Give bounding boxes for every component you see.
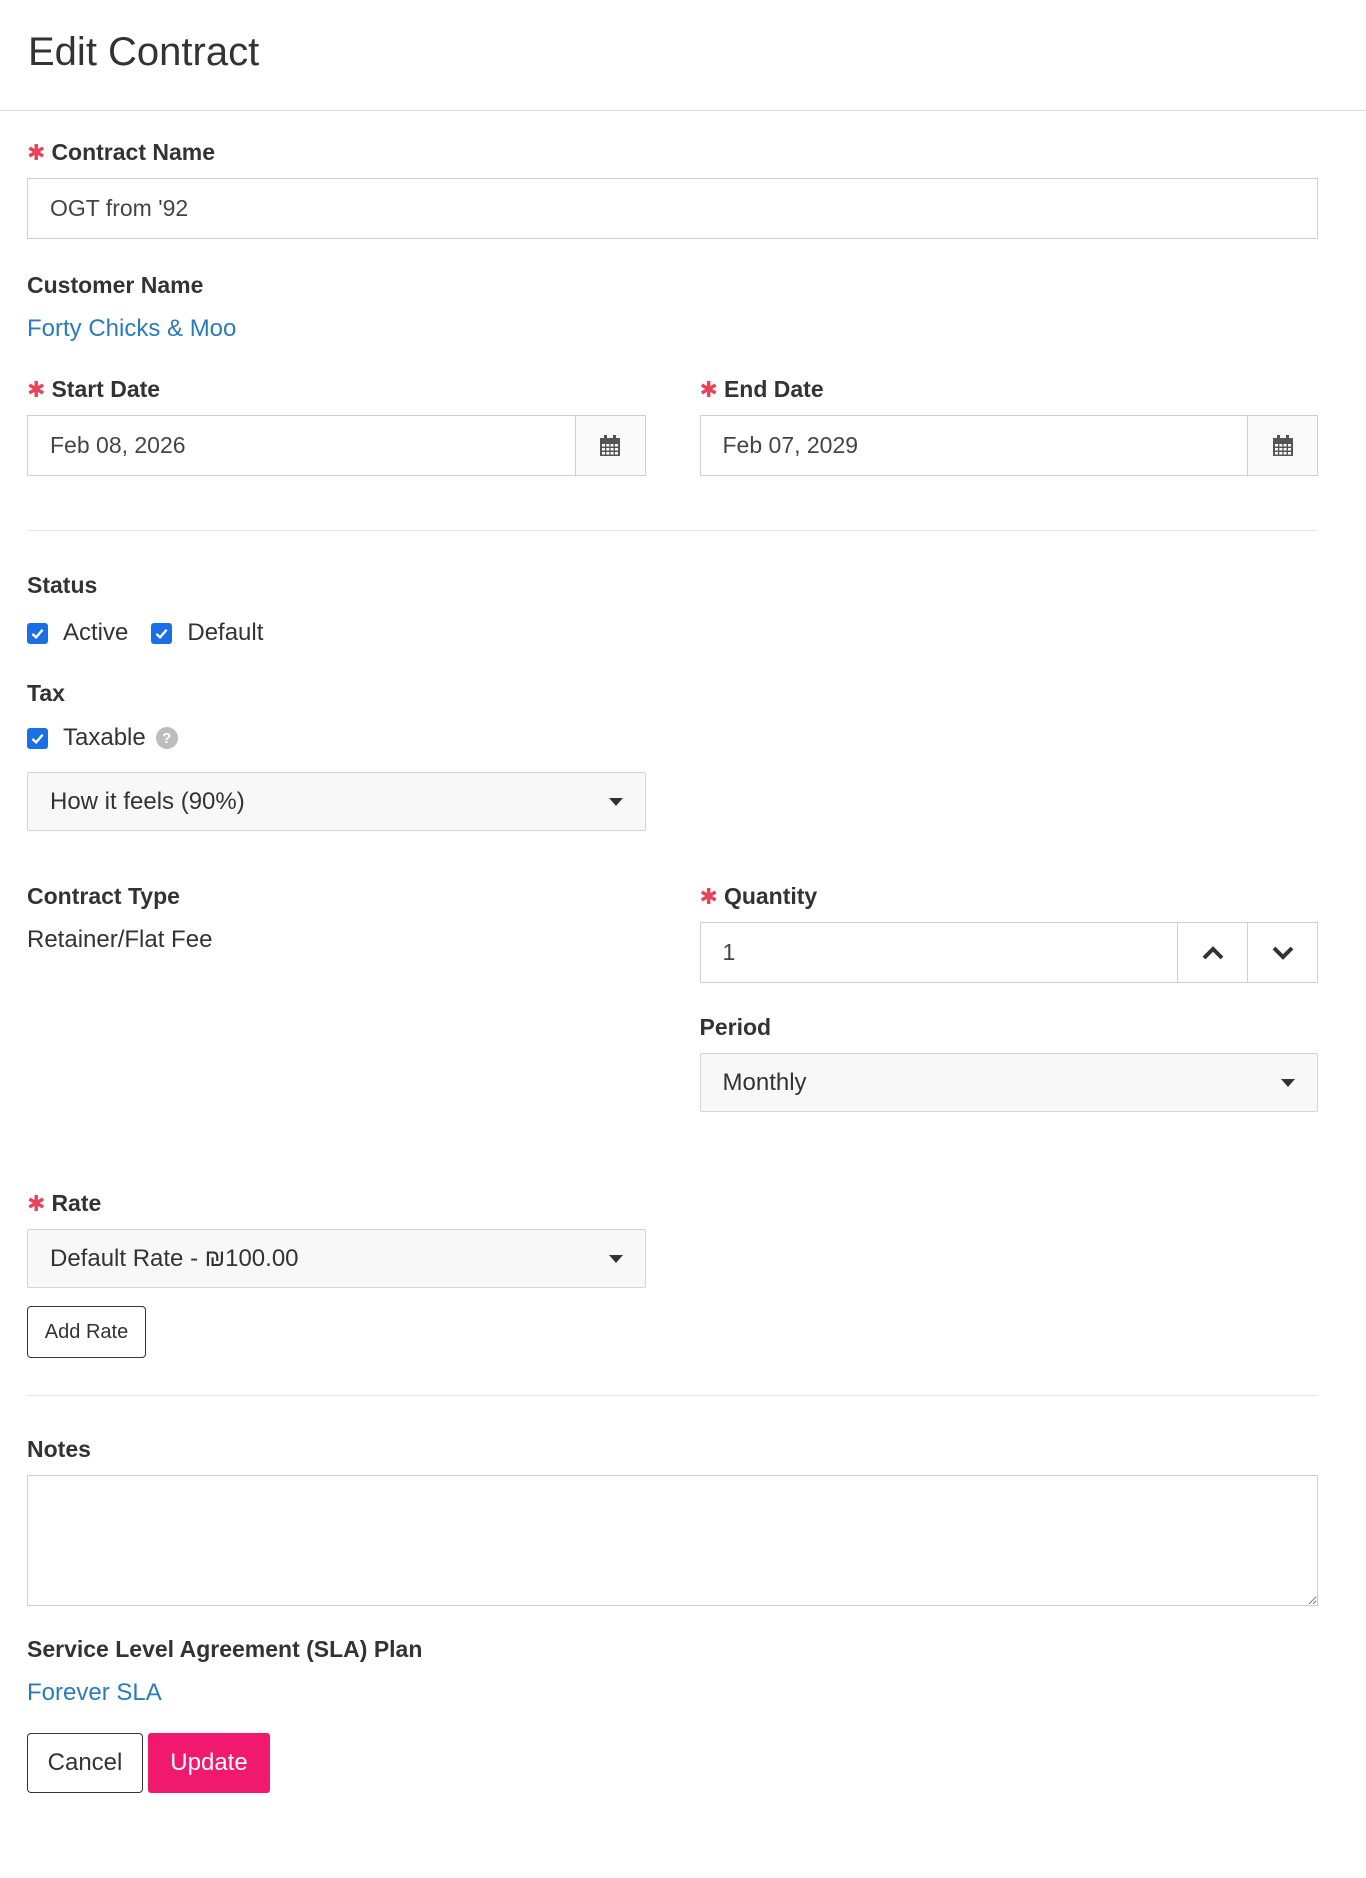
tax-rate-select[interactable]: How it feels (90%)	[27, 772, 646, 831]
start-date-label-text: Start Date	[51, 376, 161, 402]
contract-name-label: ✱ Contract Name	[27, 139, 1318, 166]
quantity-stepper[interactable]: 1	[699, 922, 1318, 983]
notes-label-text: Notes	[27, 1436, 91, 1462]
end-date-label: ✱ End Date	[700, 376, 1319, 403]
end-date-picker-button[interactable]	[1247, 416, 1317, 475]
checkmark-icon	[31, 628, 44, 639]
contract-type-group: Contract Type Retainer/Flat Fee	[27, 883, 646, 1112]
end-date-group: ✱ End Date Feb 07, 2029	[699, 376, 1319, 476]
update-button[interactable]: Update	[148, 1733, 270, 1793]
sla-plan-link[interactable]: Forever SLA	[27, 1679, 1318, 1707]
page-header: Edit Contract	[0, 0, 1366, 111]
tax-options: Taxable ?	[27, 724, 1318, 752]
start-date-input[interactable]: Feb 08, 2026	[27, 415, 646, 476]
customer-name-label: Customer Name	[27, 272, 1318, 299]
chevron-down-icon	[1281, 1078, 1295, 1087]
tax-rate-selected: How it feels (90%)	[50, 787, 245, 815]
form-actions: Cancel Update	[27, 1733, 1318, 1793]
active-checkbox-label[interactable]: Active	[63, 619, 128, 647]
contract-name-value: OGT from '92	[50, 195, 189, 221]
section-divider	[27, 1395, 1318, 1396]
contract-name-label-text: Contract Name	[51, 139, 216, 165]
contract-type-value: Retainer/Flat Fee	[27, 926, 213, 953]
checkmark-icon	[155, 628, 168, 639]
taxable-checkbox-label[interactable]: Taxable	[63, 724, 146, 752]
help-icon[interactable]: ?	[155, 727, 178, 749]
add-rate-button[interactable]: Add Rate	[27, 1306, 146, 1358]
end-date-input[interactable]: Feb 07, 2029	[699, 415, 1318, 476]
chevron-up-icon	[1202, 945, 1223, 959]
page-title: Edit Contract	[28, 30, 260, 74]
rate-label: ✱ Rate	[27, 1190, 1318, 1217]
quantity-label-text: Quantity	[723, 883, 818, 909]
active-checkbox[interactable]	[27, 622, 48, 644]
tax-label: Tax	[27, 680, 1318, 707]
notes-textarea[interactable]	[27, 1475, 1318, 1606]
default-checkbox-label[interactable]: Default	[187, 619, 263, 647]
taxable-checkbox[interactable]	[27, 727, 48, 749]
period-label: Period	[700, 1014, 1319, 1041]
quantity-value: 1	[722, 939, 736, 965]
required-asterisk-icon: ✱	[27, 1190, 46, 1216]
contract-name-input[interactable]: OGT from '92	[27, 178, 1318, 239]
period-label-text: Period	[699, 1014, 772, 1040]
status-options: Active Default	[27, 619, 1318, 647]
sla-label: Service Level Agreement (SLA) Plan	[27, 1636, 1318, 1663]
rate-selected: Default Rate - ₪100.00	[50, 1244, 299, 1272]
calendar-icon	[1272, 434, 1293, 456]
quantity-decrement-button[interactable]	[1247, 923, 1317, 982]
required-asterisk-icon: ✱	[699, 883, 718, 909]
period-select[interactable]: Monthly	[699, 1053, 1318, 1112]
rate-select[interactable]: Default Rate - ₪100.00	[27, 1229, 646, 1288]
tax-label-text: Tax	[27, 680, 65, 706]
chevron-down-icon	[609, 797, 623, 806]
contract-type-label-text: Contract Type	[27, 883, 180, 909]
start-date-group: ✱ Start Date Feb 08, 2026	[27, 376, 646, 476]
contract-type-label: Contract Type	[27, 883, 646, 910]
contract-details-row: Contract Type Retainer/Flat Fee ✱ Quanti…	[27, 883, 1318, 1112]
start-date-label: ✱ Start Date	[27, 376, 646, 403]
period-selected: Monthly	[722, 1068, 807, 1096]
quantity-increment-button[interactable]	[1177, 923, 1247, 982]
quantity-label: ✱ Quantity	[700, 883, 1319, 910]
default-checkbox[interactable]	[151, 622, 173, 644]
rate-label-text: Rate	[51, 1190, 102, 1216]
dates-row: ✱ Start Date Feb 08, 2026 ✱ End Date Feb…	[27, 376, 1318, 476]
cancel-button[interactable]: Cancel	[27, 1733, 143, 1793]
required-asterisk-icon: ✱	[27, 376, 46, 402]
chevron-down-icon	[1272, 946, 1293, 960]
status-label-text: Status	[27, 572, 98, 598]
contract-form: ✱ Contract Name OGT from '92 Customer Na…	[0, 139, 1346, 1793]
status-label: Status	[27, 572, 1318, 599]
checkmark-icon	[31, 733, 44, 744]
required-asterisk-icon: ✱	[699, 376, 718, 402]
sla-label-text: Service Level Agreement (SLA) Plan	[27, 1636, 423, 1662]
chevron-down-icon	[609, 1254, 623, 1263]
customer-name-link[interactable]: Forty Chicks & Moo	[27, 315, 1318, 343]
end-date-label-text: End Date	[723, 376, 824, 402]
calendar-icon	[600, 434, 620, 456]
customer-name-label-text: Customer Name	[27, 272, 204, 298]
required-asterisk-icon: ✱	[27, 139, 46, 165]
end-date-value: Feb 07, 2029	[722, 432, 859, 458]
start-date-value: Feb 08, 2026	[50, 432, 186, 458]
notes-label: Notes	[27, 1436, 1318, 1463]
quantity-period-group: ✱ Quantity 1 Period Monthly	[699, 883, 1319, 1112]
section-divider	[27, 530, 1318, 531]
start-date-picker-button[interactable]	[574, 416, 645, 475]
